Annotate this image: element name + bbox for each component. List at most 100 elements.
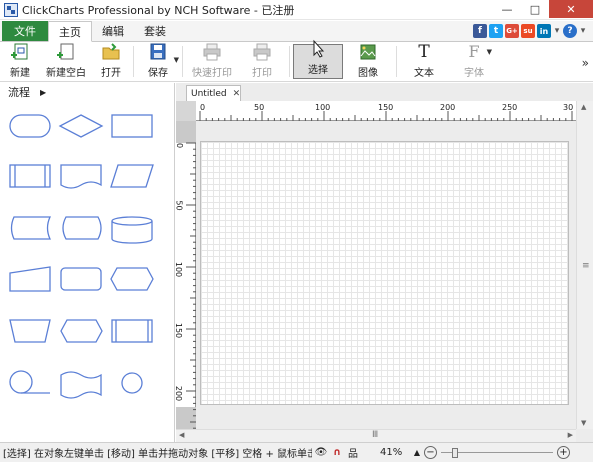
zoom-slider[interactable] (441, 446, 553, 459)
folder-icon (101, 42, 121, 62)
tab-edit[interactable]: 编辑 (92, 21, 134, 41)
save-button[interactable]: 保存 ▼ (137, 42, 179, 81)
tab-suite[interactable]: 套装 (134, 21, 176, 41)
help-icon[interactable]: ? (563, 24, 577, 38)
open-button[interactable]: 打开 (92, 42, 130, 81)
scroll-grip-icon[interactable]: Ⅲ (372, 430, 378, 440)
toolbar-divider (133, 46, 134, 77)
scroll-down-icon[interactable]: ▼ (581, 419, 586, 427)
print-button[interactable]: 打印 (238, 42, 286, 81)
shape-predefined-process (9, 164, 51, 188)
save-icon (148, 42, 168, 62)
shape-connector (121, 372, 143, 394)
ruler-x-label: 250 (502, 103, 518, 112)
tab-home[interactable]: 主页 (48, 21, 92, 42)
scroll-right-icon[interactable]: ▶ (568, 431, 573, 439)
chevron-down-icon[interactable]: ▾ (553, 26, 561, 36)
new-blank-icon (56, 42, 76, 62)
status-bar: [选择] 在对象左键单击 [移动] 单击并拖动对象 [平移] 空格 + 鼠标单击… (0, 442, 593, 462)
maximize-button[interactable]: □ (521, 0, 549, 18)
ruler-y-label: 50 (174, 200, 184, 211)
zoom-thumb[interactable] (452, 448, 458, 458)
cursor-arrow-icon (308, 39, 328, 59)
magnet-icon[interactable]: ∩ (330, 446, 344, 460)
shape-display (62, 216, 102, 240)
ruler-y-label: 100 (174, 261, 184, 278)
shape-decision (58, 114, 104, 138)
new-button[interactable]: 新建 (0, 42, 40, 81)
shape-manual-operation (9, 319, 51, 343)
grid-snap-icon[interactable]: 品 (346, 446, 360, 460)
vertical-scrollbar[interactable]: ▲ ≡ ▼ (576, 101, 593, 429)
library-header[interactable]: 流程 ▶ (0, 83, 174, 101)
save-dropdown-icon[interactable]: ▼ (174, 56, 179, 64)
zoom-out-button[interactable]: − (424, 446, 437, 459)
shape-subprocess (111, 319, 153, 343)
shape-document (60, 164, 102, 189)
shape-library-panel: 流程 ▶ (0, 83, 175, 442)
font-dropdown-icon[interactable]: ▼ (487, 48, 492, 56)
horizontal-ruler: 0 50 100 150 200 250 30 (196, 101, 576, 121)
toolbar-more-button[interactable]: » (582, 56, 589, 70)
expand-arrow-icon[interactable]: ▶ (40, 88, 46, 97)
text-button[interactable]: T 文本 (400, 42, 448, 81)
app-icon (4, 2, 18, 17)
close-button[interactable]: ✕ (549, 0, 593, 18)
ruler-corner (176, 101, 196, 121)
facebook-icon[interactable]: f (473, 24, 487, 38)
document-tab-title: Untitled (191, 88, 227, 99)
open-label: 打开 (101, 68, 121, 79)
toolbar-divider (182, 46, 183, 77)
help-dropdown-icon[interactable]: ▾ (579, 26, 587, 36)
font-button[interactable]: F 字体 ▼ (448, 42, 500, 81)
shape-grid (9, 114, 154, 399)
zoom-dropdown-icon[interactable]: ▲ (410, 446, 424, 460)
zoom-in-button[interactable]: + (557, 446, 570, 459)
horizontal-scrollbar[interactable]: ◀ Ⅲ ▶ (176, 429, 576, 442)
quick-print-button[interactable]: 快速打印 (186, 42, 238, 81)
print-label: 打印 (252, 68, 272, 79)
linkedin-icon[interactable]: in (537, 24, 551, 38)
scroll-up-icon[interactable]: ▲ (581, 103, 586, 111)
new-blank-label: 新建空白 (46, 68, 86, 79)
tab-file[interactable]: 文件 (2, 21, 48, 41)
eye-icon[interactable]: 👁 (314, 446, 328, 460)
new-blank-button[interactable]: 新建空白 (40, 42, 92, 81)
shape-alternate-process (60, 267, 102, 291)
ruler-y-label: 150 (174, 322, 184, 339)
document-area: Untitled ✕ 0 50 100 150 200 250 30 0 50 … (174, 83, 593, 442)
twitter-icon[interactable]: t (489, 24, 503, 38)
ruler-x-label: 0 (200, 103, 206, 112)
minimize-button[interactable]: — (493, 0, 521, 18)
new-label: 新建 (10, 68, 30, 79)
save-label: 保存 (148, 68, 168, 79)
quick-print-label: 快速打印 (192, 68, 232, 79)
ruler-x-label: 150 (378, 103, 394, 112)
document-tab[interactable]: Untitled ✕ (186, 85, 241, 101)
ribbon-tab-bar: 文件 主页 编辑 套装 f t G+ su in ▾ ? ▾ (0, 21, 593, 42)
drawing-canvas[interactable] (200, 141, 569, 405)
window-controls: — □ ✕ (493, 0, 593, 20)
vertical-ruler: 0 50 100 150 200 (174, 121, 196, 429)
stumbleupon-icon[interactable]: su (521, 24, 535, 38)
scroll-left-icon[interactable]: ◀ (179, 431, 184, 439)
zoom-level: 41% (380, 447, 403, 458)
close-tab-icon[interactable]: ✕ (233, 89, 241, 99)
shape-sequential-data (9, 370, 33, 394)
shape-preparation (110, 267, 154, 291)
library-category: 流程 (8, 86, 30, 99)
image-button[interactable]: 图像 (343, 42, 393, 81)
font-icon: F (468, 42, 480, 61)
ruler-x-label: 200 (440, 103, 456, 112)
googleplus-icon[interactable]: G+ (505, 24, 519, 38)
shape-terminator (9, 114, 51, 138)
shape-process (111, 114, 153, 138)
window-title: ClickCharts Professional by NCH Software… (22, 3, 295, 17)
font-label: 字体 (464, 68, 484, 79)
toolbar: 新建 新建空白 打开 保存 ▼ 快速打印 打印 选择 图像 T 文本 F 字体 … (0, 39, 593, 82)
scroll-grip-icon[interactable]: ≡ (582, 261, 590, 271)
ruler-y-label: 200 (174, 385, 184, 402)
select-button[interactable]: 选择 (293, 39, 343, 79)
ruler-x-label: 50 (254, 103, 265, 112)
shape-punched-tape (60, 371, 102, 399)
